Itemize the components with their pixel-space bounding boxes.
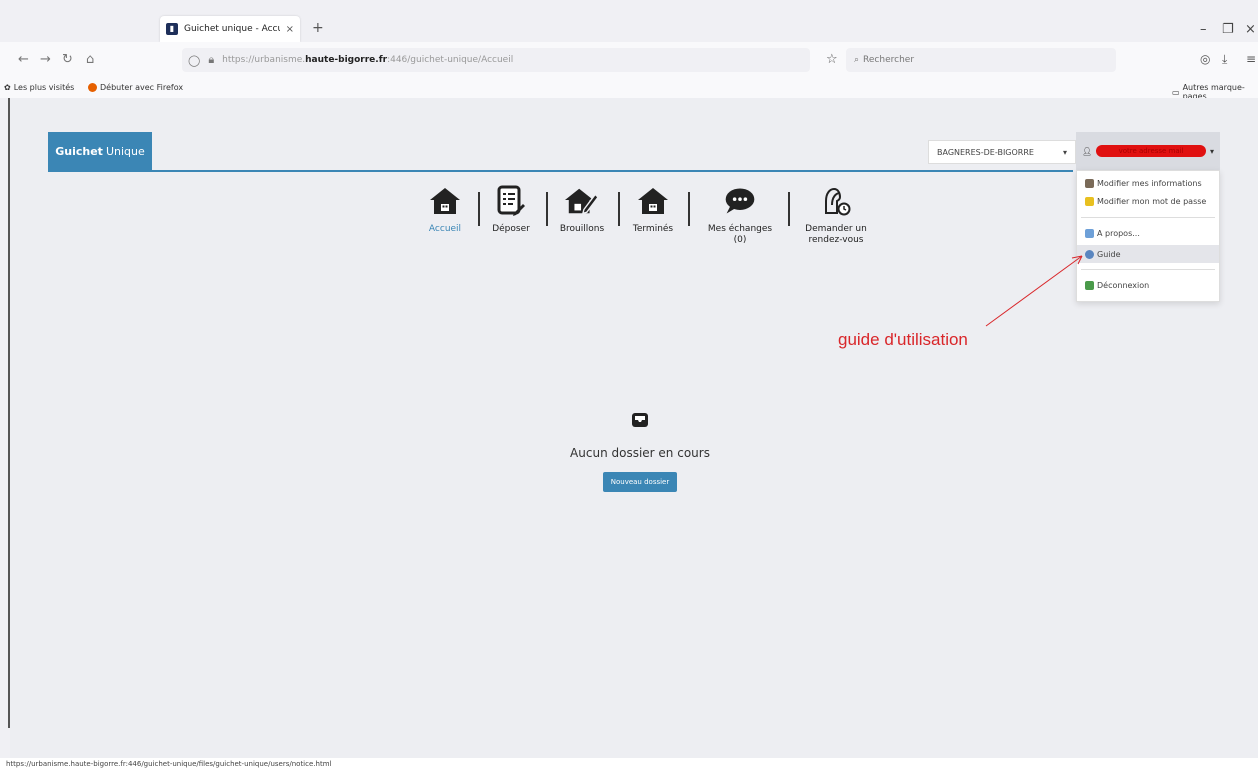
download-icon[interactable]: ⤓ (1222, 52, 1227, 67)
gear-icon: ✿ (4, 83, 11, 92)
chevron-down-icon: ▾ (1062, 147, 1067, 157)
tab-title: Guichet unique - Accueil (184, 24, 280, 34)
new-dossier-button[interactable]: Nouveau dossier (602, 472, 678, 492)
new-tab-button[interactable]: + (312, 20, 324, 36)
favicon-icon: ▮ (166, 23, 178, 35)
appointment-icon (819, 184, 853, 218)
menu-modify-info[interactable]: Modifier mes informations (1085, 179, 1202, 188)
user-edit-icon (1085, 179, 1094, 188)
page-content: Guichet Unique BAGNERES-DE-BIGORRE ▾ 👤︎ … (10, 98, 1258, 758)
url-text: https://urbanisme.haute-bigorre.fr:446/g… (222, 55, 514, 65)
close-tab-icon[interactable]: × (286, 24, 294, 35)
search-icon: ⌕ (854, 55, 860, 65)
nav-brouillons[interactable]: Brouillons (554, 184, 610, 235)
bookmark-star-icon[interactable]: ☆ (826, 52, 838, 67)
home-pen-icon (565, 184, 599, 218)
browser-tab[interactable]: ▮ Guichet unique - Accueil × (160, 16, 300, 42)
nav-accueil[interactable]: Accueil (422, 184, 468, 235)
status-bar: https://urbanisme.haute-bigorre.fr:446/g… (0, 758, 1258, 771)
pocket-icon[interactable]: ◎ (1200, 52, 1210, 66)
main-nav: Accueil Déposer Brouillons Terminés Mes … (422, 184, 872, 254)
minimize-icon[interactable]: – (1200, 22, 1207, 37)
inbox-icon (631, 412, 649, 428)
menu-icon[interactable]: ≡ (1246, 52, 1256, 66)
menu-modify-password[interactable]: Modifier mon mot de passe (1085, 197, 1206, 206)
restore-icon[interactable]: ❐ (1222, 22, 1234, 37)
nav-separator (546, 192, 548, 226)
menu-divider (1081, 217, 1215, 218)
browser-tabbar: ▮ Guichet unique - Accueil × + – ❐ × (0, 0, 1258, 42)
nav-separator (478, 192, 480, 226)
user-menu-button[interactable]: 👤︎ votre adresse mail ▾ (1076, 132, 1220, 170)
logout-icon (1085, 281, 1094, 290)
menu-guide[interactable]: Guide (1077, 245, 1219, 263)
bookmark-most-visited[interactable]: ✿ Les plus visités (4, 83, 74, 92)
header-divider (48, 170, 1073, 172)
menu-about[interactable]: A propos... (1085, 229, 1140, 238)
nav-mes-echanges[interactable]: Mes échanges (0) (704, 184, 776, 246)
empty-message: Aucun dossier en cours (570, 446, 710, 460)
annotation-label: guide d'utilisation (838, 330, 968, 349)
lock-icon: 🔒︎ (208, 53, 215, 66)
help-icon (1085, 249, 1094, 259)
search-input[interactable]: ⌕ Rechercher (846, 48, 1116, 72)
folder-icon: ▭ (1172, 87, 1180, 97)
menu-divider (1081, 269, 1215, 270)
key-icon (1085, 197, 1094, 206)
firefox-icon (88, 83, 97, 92)
home-browser-icon[interactable]: ⌂ (86, 52, 94, 67)
nav-separator (788, 192, 790, 226)
nav-separator (618, 192, 620, 226)
back-icon[interactable]: ← (18, 52, 29, 67)
nav-termines[interactable]: Terminés (626, 184, 680, 235)
nav-rendez-vous[interactable]: Demander un rendez-vous (800, 184, 872, 246)
brand-tab[interactable]: Guichet Unique (48, 132, 152, 170)
home-icon (428, 184, 462, 218)
empty-state: Aucun dossier en cours Nouveau dossier (550, 412, 730, 492)
bookmarks-bar: ✿ Les plus visités Débuter avec Firefox … (0, 78, 1258, 101)
url-bar[interactable]: ◯ 🔒︎ https://urbanisme.haute-bigorre.fr:… (182, 48, 810, 72)
close-window-icon[interactable]: × (1245, 22, 1256, 37)
info-doc-icon (1085, 229, 1094, 238)
commune-select[interactable]: BAGNERES-DE-BIGORRE ▾ (928, 140, 1076, 164)
chat-icon (723, 184, 757, 218)
nav-deposer[interactable]: Déposer (488, 184, 534, 235)
user-dropdown-menu: Modifier mes informations Modifier mon m… (1076, 170, 1220, 302)
bookmark-firefox[interactable]: Débuter avec Firefox (88, 83, 183, 92)
menu-logout[interactable]: Déconnexion (1085, 281, 1149, 290)
home-icon (636, 184, 670, 218)
caret-down-icon: ▾ (1209, 146, 1214, 156)
reload-icon[interactable]: ↻ (62, 52, 73, 67)
forward-icon[interactable]: → (40, 52, 51, 67)
user-icon: 👤︎ (1082, 146, 1093, 156)
user-email: votre adresse mail (1096, 145, 1206, 157)
shield-icon: ◯ (188, 53, 201, 67)
form-edit-icon (494, 184, 528, 218)
nav-separator (688, 192, 690, 226)
